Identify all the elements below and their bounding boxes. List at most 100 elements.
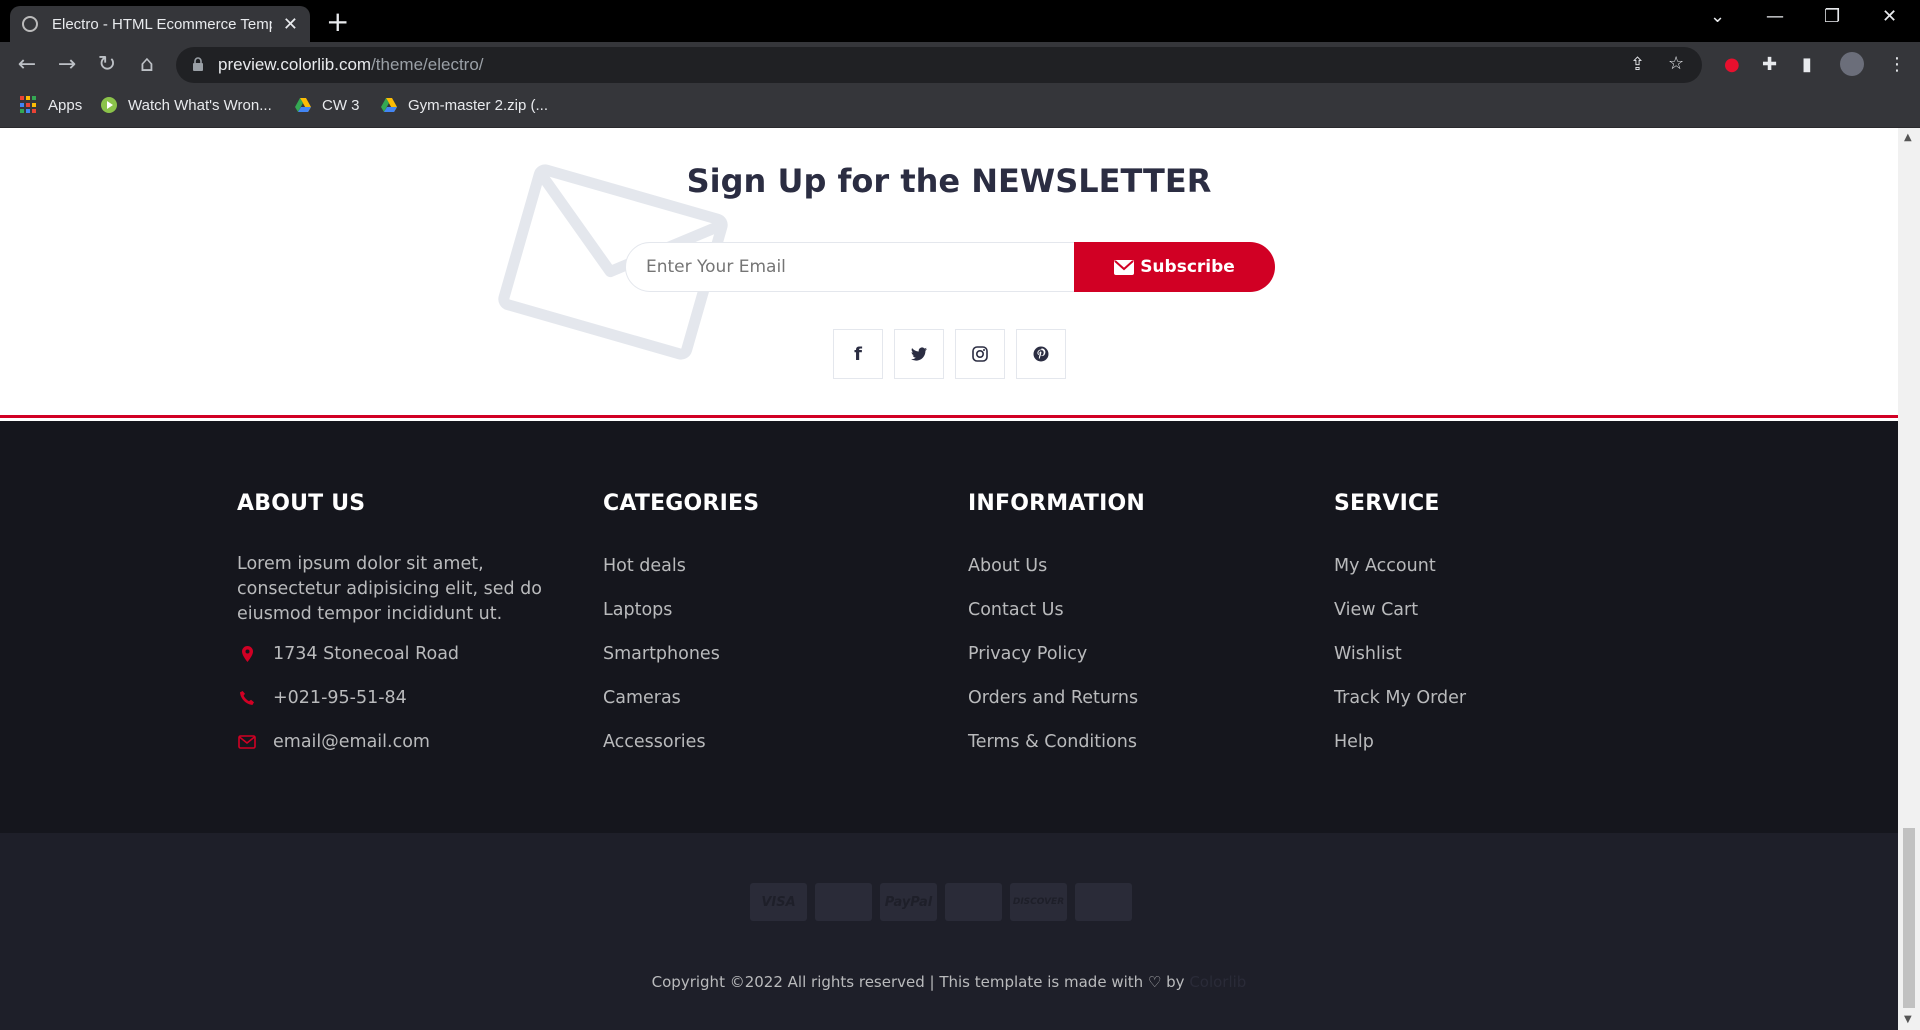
envelope-icon <box>237 732 257 752</box>
profile-avatar[interactable] <box>1840 52 1864 76</box>
instagram-link[interactable] <box>955 329 1005 379</box>
facebook-icon: f <box>854 343 862 365</box>
side-panel-icon[interactable]: ▮ <box>1802 54 1812 75</box>
share-icon[interactable]: ⇪ <box>1630 54 1645 75</box>
credit-card-icon <box>815 883 872 921</box>
twitter-icon <box>911 347 927 361</box>
close-window-icon[interactable]: ✕ <box>1882 6 1897 27</box>
facebook-link[interactable]: f <box>833 329 883 379</box>
browser-tab-bar: Electro - HTML Ecommerce Temp ✕ + ⌄ — ❐ … <box>0 0 1920 42</box>
footer-categories: CATEGORIES Hot deals Laptops Smartphones… <box>603 491 943 764</box>
new-tab-button[interactable]: + <box>326 5 349 38</box>
footer-link[interactable]: Laptops <box>603 588 943 632</box>
amex-card-icon <box>1075 883 1132 921</box>
copyright-by: by <box>1161 973 1190 991</box>
home-icon[interactable]: ⌂ <box>134 52 160 77</box>
browser-tab[interactable]: Electro - HTML Ecommerce Temp ✕ <box>10 6 310 42</box>
back-icon[interactable]: ← <box>14 52 40 77</box>
contact-address-text: 1734 Stonecoal Road <box>273 644 460 664</box>
footer-link[interactable]: About Us <box>968 544 1308 588</box>
subscribe-label: Subscribe <box>1140 257 1235 277</box>
newsletter-form: Subscribe <box>625 242 1275 292</box>
copyright: Copyright ©2022 All rights reserved | Th… <box>0 973 1898 991</box>
email-input[interactable] <box>625 242 1085 292</box>
footer-link[interactable]: Smartphones <box>603 632 943 676</box>
newsletter-title-strong: NEWSLETTER <box>971 162 1212 200</box>
envelope-icon <box>1114 259 1135 275</box>
reload-icon[interactable]: ↻ <box>94 52 120 77</box>
url-path: /theme/electro/ <box>371 55 484 74</box>
footer-link[interactable]: Terms & Conditions <box>968 720 1308 764</box>
footer-about-text: Lorem ipsum dolor sit amet, consectetur … <box>237 554 543 624</box>
footer-link[interactable]: Cameras <box>603 676 943 720</box>
footer-link[interactable]: My Account <box>1334 544 1674 588</box>
footer-service-title: SERVICE <box>1334 491 1440 516</box>
bookmarks-bar: Apps Watch What's Wron... CW 3 Gym-maste… <box>0 88 1920 128</box>
footer-link[interactable]: Hot deals <box>603 544 943 588</box>
restore-icon[interactable]: ❐ <box>1824 6 1840 27</box>
footer-link[interactable]: Contact Us <box>968 588 1308 632</box>
address-bar[interactable]: preview.colorlib.com/theme/electro/ ⇪ ☆ <box>176 47 1702 83</box>
close-tab-icon[interactable]: ✕ <box>283 14 298 35</box>
payment-methods: VISA PayPal DISCOVER <box>750 883 1132 921</box>
instagram-icon <box>972 346 988 362</box>
footer-link[interactable]: Orders and Returns <box>968 676 1308 720</box>
contact-address[interactable]: 1734 Stonecoal Road <box>237 632 577 676</box>
information-list: About Us Contact Us Privacy Policy Order… <box>968 544 1308 764</box>
scrollbar-thumb[interactable] <box>1903 828 1915 1008</box>
lock-icon <box>193 57 203 71</box>
footer-link[interactable]: Privacy Policy <box>968 632 1308 676</box>
footer-link[interactable]: Accessories <box>603 720 943 764</box>
forward-icon[interactable]: → <box>54 52 80 77</box>
contact-email-text: email@email.com <box>273 732 430 752</box>
bookmark-apps[interactable]: Apps <box>20 96 82 114</box>
google-drive-icon <box>381 98 397 112</box>
minimize-icon[interactable]: — <box>1766 6 1784 27</box>
mastercard-icon <box>945 883 1002 921</box>
subscribe-button[interactable]: Subscribe <box>1074 242 1275 292</box>
copyright-text: Copyright ©2022 All rights reserved | Th… <box>651 973 1148 991</box>
footer-information: INFORMATION About Us Contact Us Privacy … <box>968 491 1308 764</box>
phone-icon <box>237 688 257 708</box>
scroll-down-icon[interactable]: ▼ <box>1904 1014 1912 1025</box>
footer-service: SERVICE My Account View Cart Wishlist Tr… <box>1334 491 1674 764</box>
discover-card-icon: DISCOVER <box>1010 883 1067 921</box>
bookmark-cw3[interactable]: CW 3 <box>294 96 360 114</box>
extension-adblock-icon[interactable]: ● <box>1724 54 1740 75</box>
url-host: preview.colorlib.com <box>218 55 372 74</box>
bookmark-gym-master[interactable]: Gym-master 2.zip (... <box>380 96 548 114</box>
twitter-link[interactable] <box>894 329 944 379</box>
apps-grid-icon <box>20 96 38 114</box>
menu-kebab-icon[interactable]: ⋮ <box>1888 54 1906 75</box>
newsletter-title: Sign Up for the NEWSLETTER <box>0 162 1898 200</box>
contact-phone[interactable]: +021-95-51-84 <box>237 676 577 720</box>
newsletter-title-prefix: Sign Up for the <box>686 162 972 200</box>
service-list: My Account View Cart Wishlist Track My O… <box>1334 544 1674 764</box>
extensions-puzzle-icon[interactable]: ✚ <box>1762 54 1777 75</box>
bookmark-label: Gym-master 2.zip (... <box>408 96 549 114</box>
google-drive-icon <box>295 98 311 112</box>
bookmark-star-icon[interactable]: ☆ <box>1668 53 1684 74</box>
bookmark-label: Apps <box>48 96 83 114</box>
tab-search-icon[interactable]: ⌄ <box>1710 6 1725 27</box>
colorlib-link[interactable]: Colorlib <box>1189 973 1246 991</box>
browser-toolbar: ← → ↻ ⌂ preview.colorlib.com/theme/elect… <box>0 42 1920 88</box>
footer-link[interactable]: Track My Order <box>1334 676 1674 720</box>
page-scrollbar[interactable]: ▲ ▼ <box>1898 128 1920 1030</box>
bookmark-watch[interactable]: Watch What's Wron... <box>100 96 272 114</box>
footer-information-title: INFORMATION <box>968 491 1145 516</box>
play-circle-icon <box>101 97 117 113</box>
footer-about: ABOUT US Lorem ipsum dolor sit amet, con… <box>237 491 577 764</box>
footer-link[interactable]: Wishlist <box>1334 632 1674 676</box>
footer-link[interactable]: View Cart <box>1334 588 1674 632</box>
pinterest-icon <box>1033 346 1049 362</box>
scroll-up-icon[interactable]: ▲ <box>1904 132 1912 143</box>
pinterest-link[interactable] <box>1016 329 1066 379</box>
footer-bottom: VISA PayPal DISCOVER Copyright ©2022 All… <box>0 833 1898 1030</box>
contact-email[interactable]: email@email.com <box>237 720 577 764</box>
footer-top: ABOUT US Lorem ipsum dolor sit amet, con… <box>0 421 1898 833</box>
page-content: Sign Up for the NEWSLETTER Subscribe f <box>0 128 1898 1030</box>
footer-categories-title: CATEGORIES <box>603 491 760 516</box>
footer-link[interactable]: Help <box>1334 720 1674 764</box>
visa-card-icon: VISA <box>750 883 807 921</box>
